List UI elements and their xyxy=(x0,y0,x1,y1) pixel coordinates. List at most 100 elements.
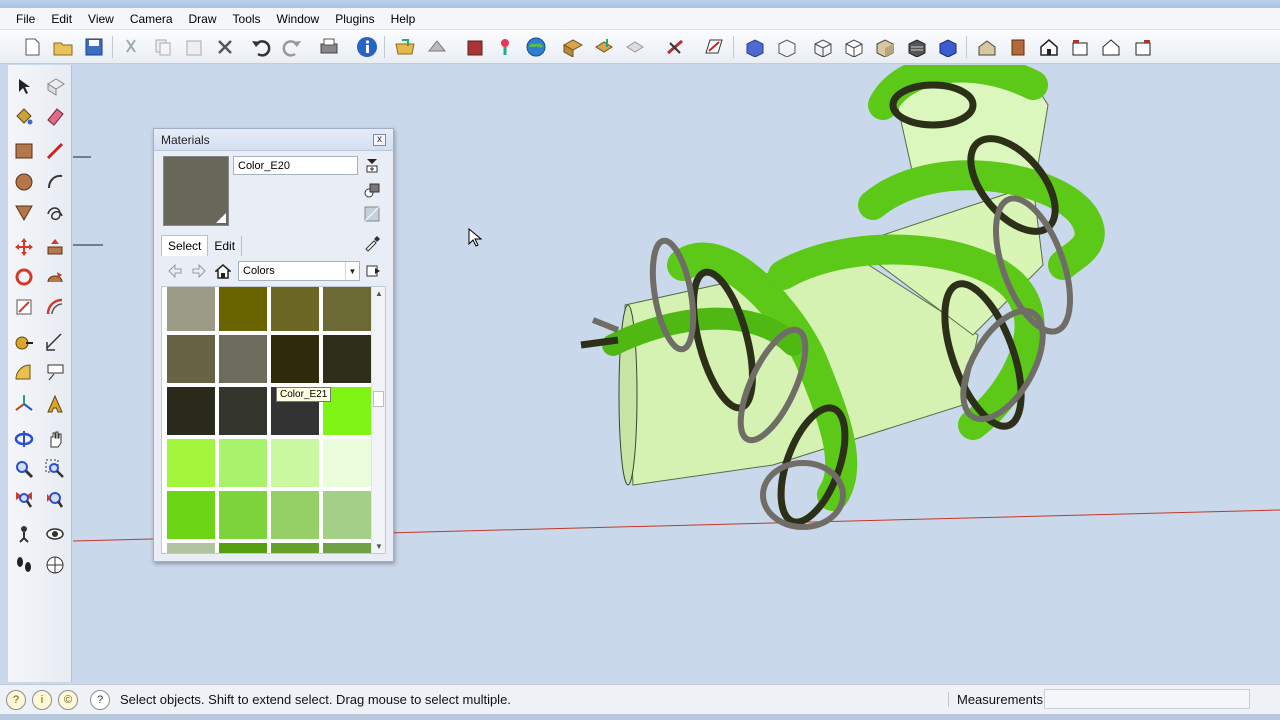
front-view-icon[interactable] xyxy=(1036,34,1062,60)
material-swatch[interactable] xyxy=(271,439,319,487)
material-swatch[interactable] xyxy=(167,287,215,331)
material-swatch[interactable] xyxy=(219,335,267,383)
materials-titlebar[interactable]: Materials x xyxy=(154,129,393,151)
hidden-line-icon[interactable] xyxy=(841,34,867,60)
material-swatch[interactable] xyxy=(219,491,267,539)
protractor-tool-icon[interactable] xyxy=(11,360,37,386)
tab-select[interactable]: Select xyxy=(161,235,209,256)
zoom-tool-icon[interactable] xyxy=(11,456,37,482)
axes-tool-icon[interactable] xyxy=(11,391,37,417)
follow-me-tool-icon[interactable] xyxy=(42,264,68,290)
menu-window[interactable]: Window xyxy=(269,10,328,28)
menu-edit[interactable]: Edit xyxy=(43,10,80,28)
share-component-icon[interactable] xyxy=(622,34,648,60)
new-file-icon[interactable] xyxy=(19,34,45,60)
rotate-tool-icon[interactable] xyxy=(11,264,37,290)
back-view-icon[interactable] xyxy=(1098,34,1124,60)
make-component-icon[interactable] xyxy=(42,73,68,99)
collection-dropdown[interactable]: Colors ▼ xyxy=(238,261,360,281)
back-arrow-icon[interactable] xyxy=(166,262,184,280)
material-swatch[interactable] xyxy=(323,543,371,553)
polygon-tool-icon[interactable] xyxy=(11,199,37,225)
components-icon[interactable] xyxy=(560,34,586,60)
pan-tool-icon[interactable] xyxy=(42,426,68,452)
section-plane-tool-icon[interactable] xyxy=(42,552,68,578)
forward-arrow-icon[interactable] xyxy=(190,262,208,280)
sandbox-icon[interactable] xyxy=(662,34,688,60)
paste-icon[interactable] xyxy=(181,34,207,60)
push-pull-tool-icon[interactable] xyxy=(42,234,68,260)
menu-tools[interactable]: Tools xyxy=(225,10,269,28)
material-swatch[interactable] xyxy=(271,491,319,539)
home-icon[interactable] xyxy=(214,262,232,280)
shaded-textures-icon[interactable] xyxy=(904,34,930,60)
help-icon[interactable]: ? xyxy=(90,689,110,710)
left-view-icon[interactable] xyxy=(1130,34,1156,60)
get-photo-texture-icon[interactable] xyxy=(462,34,488,60)
monochrome-icon[interactable] xyxy=(935,34,961,60)
paint-bucket-icon[interactable] xyxy=(11,103,37,129)
arc-tool-icon[interactable] xyxy=(42,169,68,195)
geo-location-icon[interactable]: ? xyxy=(6,689,26,710)
move-tool-icon[interactable] xyxy=(11,234,37,260)
erase-icon[interactable] xyxy=(212,34,238,60)
select-tool-icon[interactable] xyxy=(11,73,37,99)
rectangle-tool-icon[interactable] xyxy=(11,138,37,164)
material-swatch[interactable] xyxy=(271,543,319,553)
right-view-icon[interactable] xyxy=(1067,34,1093,60)
scroll-down-icon[interactable]: ▼ xyxy=(375,542,383,551)
swatch-scrollbar[interactable]: ▲ ▼ xyxy=(371,287,385,553)
undo-icon[interactable] xyxy=(248,34,274,60)
material-swatch[interactable] xyxy=(167,335,215,383)
material-swatch[interactable] xyxy=(219,287,267,331)
cut-icon[interactable] xyxy=(118,34,144,60)
menu-plugins[interactable]: Plugins xyxy=(327,10,382,28)
offset-tool-icon[interactable] xyxy=(42,294,68,320)
add-location-icon[interactable] xyxy=(492,34,518,60)
print-icon[interactable] xyxy=(316,34,342,60)
scroll-thumb[interactable] xyxy=(373,391,384,407)
material-swatch[interactable] xyxy=(219,387,267,435)
details-arrow-icon[interactable] xyxy=(363,156,381,174)
share-model-icon[interactable] xyxy=(424,34,450,60)
freehand-tool-icon[interactable] xyxy=(42,199,68,225)
save-icon[interactable] xyxy=(81,34,107,60)
material-swatch[interactable] xyxy=(271,287,319,331)
zoom-window-icon[interactable] xyxy=(42,456,68,482)
material-swatch[interactable] xyxy=(323,491,371,539)
redo-icon[interactable] xyxy=(279,34,305,60)
material-swatch[interactable] xyxy=(167,387,215,435)
menu-view[interactable]: View xyxy=(80,10,122,28)
shaded-icon[interactable] xyxy=(872,34,898,60)
google-earth-icon[interactable] xyxy=(523,34,549,60)
tape-measure-icon[interactable] xyxy=(11,329,37,355)
menu-camera[interactable]: Camera xyxy=(122,10,181,28)
eyedropper-icon[interactable] xyxy=(363,234,381,252)
material-swatch[interactable] xyxy=(271,335,319,383)
zoom-extents-icon[interactable] xyxy=(11,486,37,512)
back-edges-icon[interactable] xyxy=(774,34,800,60)
eraser-icon[interactable] xyxy=(42,103,68,129)
line-tool-icon[interactable] xyxy=(42,138,68,164)
scroll-up-icon[interactable]: ▲ xyxy=(375,289,383,298)
material-swatch[interactable] xyxy=(323,287,371,331)
material-swatch[interactable] xyxy=(219,439,267,487)
upload-component-icon[interactable] xyxy=(591,34,617,60)
model-info-icon[interactable] xyxy=(354,34,380,60)
menu-file[interactable]: File xyxy=(8,10,43,28)
menu-draw[interactable]: Draw xyxy=(181,10,225,28)
look-around-icon[interactable] xyxy=(42,521,68,547)
measurements-input[interactable] xyxy=(1044,689,1250,709)
details-icon[interactable] xyxy=(364,262,382,280)
xray-icon[interactable] xyxy=(742,34,768,60)
circle-tool-icon[interactable] xyxy=(11,169,37,195)
section-plane-icon[interactable] xyxy=(701,34,727,60)
previous-view-icon[interactable] xyxy=(42,486,68,512)
get-models-icon[interactable] xyxy=(392,34,418,60)
copy-icon[interactable] xyxy=(150,34,176,60)
scale-tool-icon[interactable] xyxy=(11,294,37,320)
3d-text-tool-icon[interactable] xyxy=(42,391,68,417)
wireframe-icon[interactable] xyxy=(810,34,836,60)
user-icon[interactable]: © xyxy=(58,689,78,710)
material-swatch[interactable] xyxy=(219,543,267,553)
